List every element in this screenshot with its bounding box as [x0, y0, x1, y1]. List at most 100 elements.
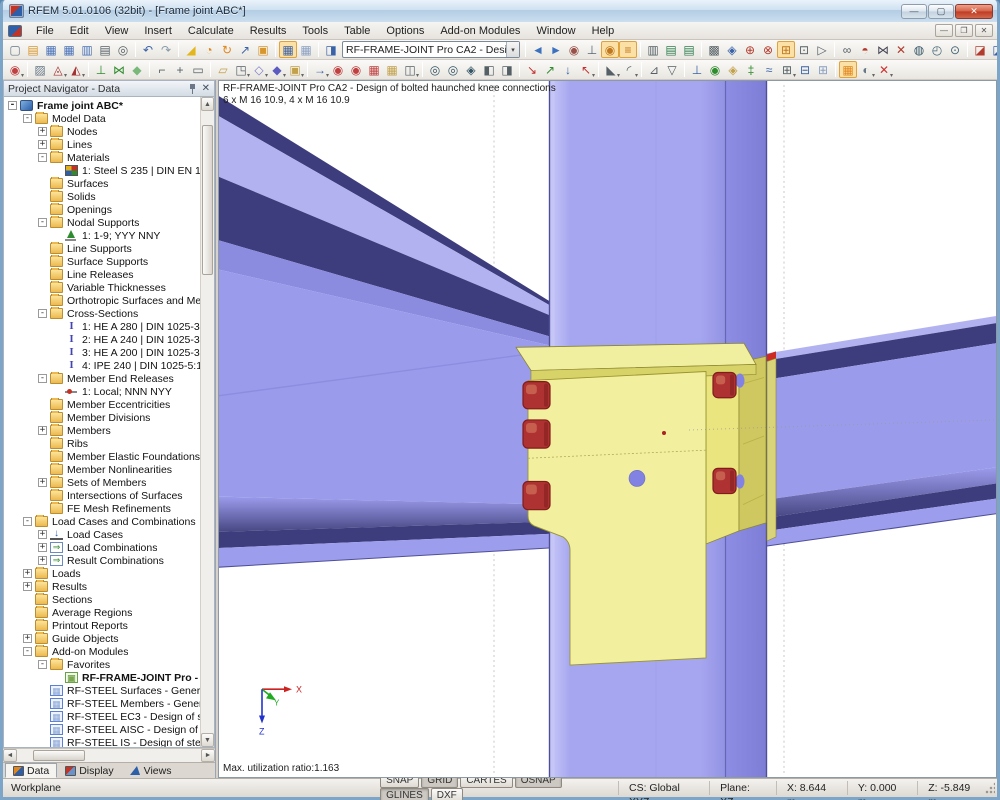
- tb2-icon-10[interactable]: ▭: [189, 61, 207, 78]
- tb2-icon-30[interactable]: ↖▾: [577, 61, 595, 78]
- tree-item-favorites[interactable]: -Favorites: [6, 658, 200, 671]
- tree-item-member-end-releases[interactable]: -Member End Releases: [6, 372, 200, 385]
- tree-expander-icon[interactable]: -: [23, 517, 32, 526]
- tree-item-4-ipe-240-din-1025-5-1994-[interactable]: I4: IPE 240 | DIN 1025-5:1994;: [6, 359, 200, 372]
- menu-options[interactable]: Options: [378, 23, 432, 39]
- tb1-icon-6[interactable]: ▤: [96, 41, 114, 58]
- tree-item-rf-steel-ec3-design-of-steel-m[interactable]: ▦RF-STEEL EC3 - Design of steel m: [6, 710, 200, 723]
- tb1-icon-11[interactable]: ◔: [200, 41, 218, 58]
- tree-item-materials[interactable]: -Materials: [6, 151, 200, 164]
- tb1-icon-38[interactable]: ◍: [910, 41, 928, 58]
- tb2-icon-2[interactable]: ▨: [31, 61, 49, 78]
- tb1-icon-25[interactable]: ▤: [662, 41, 680, 58]
- tree-expander-icon[interactable]: +: [23, 582, 32, 591]
- tree-expander-icon[interactable]: -: [23, 114, 32, 123]
- tree-item-average-regions[interactable]: Average Regions: [6, 606, 200, 619]
- tree-expander-icon[interactable]: +: [38, 478, 47, 487]
- tb1-icon-26[interactable]: ▤: [680, 41, 698, 58]
- tree-item-intersections-of-surfaces[interactable]: Intersections of Surfaces: [6, 489, 200, 502]
- tree-item-frame-joint-abc-[interactable]: -Frame joint ABC*: [6, 99, 200, 112]
- 3d-viewport[interactable]: RF-FRAME-JOINT Pro CA2 - Design of bolte…: [218, 80, 997, 778]
- tree-expander-icon[interactable]: +: [38, 140, 47, 149]
- tree-item-cross-sections[interactable]: -Cross-Sections: [6, 307, 200, 320]
- tree-item-line-supports[interactable]: Line Supports: [6, 242, 200, 255]
- tb1-icon-33[interactable]: ▷: [813, 41, 831, 58]
- tb1-icon-20[interactable]: ◉: [565, 41, 583, 58]
- tb2-icon-12[interactable]: ◳▾: [232, 61, 250, 78]
- tree-expander-icon[interactable]: -: [38, 660, 47, 669]
- vscroll-thumb[interactable]: [202, 125, 213, 275]
- tree-item-rf-steel-members-general-st[interactable]: ▦RF-STEEL Members - General st: [6, 697, 200, 710]
- tree-item-surfaces[interactable]: Surfaces: [6, 177, 200, 190]
- pin-icon[interactable]: [189, 83, 196, 94]
- tb2-icon-7[interactable]: ◆: [128, 61, 146, 78]
- tree-item-orthotropic-surfaces-and-memb[interactable]: Orthotropic Surfaces and Memb: [6, 294, 200, 307]
- tree-expander-icon[interactable]: +: [38, 556, 47, 565]
- tb2-icon-20[interactable]: ▦: [383, 61, 401, 78]
- tree-item-ribs[interactable]: Ribs: [6, 437, 200, 450]
- tb1-icon-3[interactable]: ▦: [42, 41, 60, 58]
- menu-tools[interactable]: Tools: [294, 23, 336, 39]
- tree-item-rf-frame-joint-pro-des[interactable]: ▣RF-FRAME-JOINT Pro - Des: [6, 671, 200, 684]
- scroll-down-arrow[interactable]: ▼: [201, 733, 214, 747]
- tb2-icon-39[interactable]: ≈: [760, 61, 778, 78]
- tree-expander-icon[interactable]: -: [38, 374, 47, 383]
- tb2-icon-41[interactable]: ⊟: [796, 61, 814, 78]
- scroll-up-arrow[interactable]: ▲: [201, 97, 214, 111]
- tb2-icon-22[interactable]: ◎: [426, 61, 444, 78]
- scroll-right-arrow[interactable]: ►: [201, 749, 215, 762]
- tb2-icon-6[interactable]: ⋈: [110, 61, 128, 78]
- tb1-icon-10[interactable]: ◢: [182, 41, 200, 58]
- toggle-glines[interactable]: GLINES: [380, 788, 429, 800]
- tb1-icon-19[interactable]: ►: [547, 41, 565, 58]
- tb1-icon-29[interactable]: ⊕: [741, 41, 759, 58]
- tb1-icon-34[interactable]: ∞: [838, 41, 856, 58]
- tb2-icon-28[interactable]: ↗: [541, 61, 559, 78]
- tb1-icon-1[interactable]: ▢: [6, 41, 24, 58]
- navigator-close-icon[interactable]: ✕: [202, 84, 210, 94]
- tree-item-fe-mesh-refinements[interactable]: FE Mesh Refinements: [6, 502, 200, 515]
- menu-file[interactable]: File: [28, 23, 62, 39]
- hscroll-thumb[interactable]: [33, 750, 85, 761]
- tree-expander-icon[interactable]: -: [23, 647, 32, 656]
- tb1-icon-36[interactable]: ⋈: [874, 41, 892, 58]
- tb1-icon-5[interactable]: ▥: [78, 41, 96, 58]
- tb2-icon-18[interactable]: ◉: [347, 61, 365, 78]
- tb1-icon-9[interactable]: ↷: [157, 41, 175, 58]
- tb2-icon-15[interactable]: ▣▾: [286, 61, 304, 78]
- tree-item-results[interactable]: +Results: [6, 580, 200, 593]
- 3d-scene[interactable]: X Y Z: [219, 81, 996, 777]
- menu-help[interactable]: Help: [584, 23, 623, 39]
- tb2-icon-38[interactable]: ‡: [742, 61, 760, 78]
- mdi-minimize-button[interactable]: —: [935, 24, 953, 37]
- tree-item-load-cases-and-combinations[interactable]: -Load Cases and Combinations: [6, 515, 200, 528]
- tb2-icon-14[interactable]: ◆▾: [268, 61, 286, 78]
- tb1-icon-27[interactable]: ▩: [705, 41, 723, 58]
- tree-item-rf-steel-aisc-design-of-steel[interactable]: ▦RF-STEEL AISC - Design of steel: [6, 723, 200, 736]
- menu-edit[interactable]: Edit: [62, 23, 97, 39]
- toggle-dxf[interactable]: DXF: [431, 788, 463, 800]
- tree-item-guide-objects[interactable]: +Guide Objects: [6, 632, 200, 645]
- tb2-icon-5[interactable]: ⊥: [92, 61, 110, 78]
- tree-item-rf-steel-surfaces-general-stre[interactable]: ▦RF-STEEL Surfaces - General stre: [6, 684, 200, 697]
- tb2-icon-13[interactable]: ◇▾: [250, 61, 268, 78]
- tree-item-variable-thicknesses[interactable]: Variable Thicknesses: [6, 281, 200, 294]
- tree-expander-icon[interactable]: -: [38, 153, 47, 162]
- tb2-icon-11[interactable]: ▱: [214, 61, 232, 78]
- tb1-icon-23[interactable]: ≡: [619, 41, 637, 58]
- tree-item-add-on-modules[interactable]: -Add-on Modules: [6, 645, 200, 658]
- tb2-icon-3[interactable]: ◬▾: [49, 61, 67, 78]
- tb2-icon-42[interactable]: ⊞: [814, 61, 832, 78]
- tb2-icon-40[interactable]: ⊞▾: [778, 61, 796, 78]
- tb2-icon-29[interactable]: ↓: [559, 61, 577, 78]
- tb2-icon-32[interactable]: ◜▾: [620, 61, 638, 78]
- tree-expander-icon[interactable]: +: [23, 569, 32, 578]
- tab-views[interactable]: Views: [122, 763, 180, 778]
- tb2-icon-43[interactable]: ▦: [839, 61, 857, 78]
- tb1-icon-22[interactable]: ◉: [601, 41, 619, 58]
- tb2-icon-44[interactable]: ◐▾: [857, 61, 875, 78]
- tree-item-1-he-a-280-din-1025-3-199[interactable]: I1: HE A 280 | DIN 1025-3:199: [6, 320, 200, 333]
- tb2-icon-9[interactable]: +: [171, 61, 189, 78]
- tree-expander-icon[interactable]: -: [38, 309, 47, 318]
- tb2-icon-24[interactable]: ◈: [462, 61, 480, 78]
